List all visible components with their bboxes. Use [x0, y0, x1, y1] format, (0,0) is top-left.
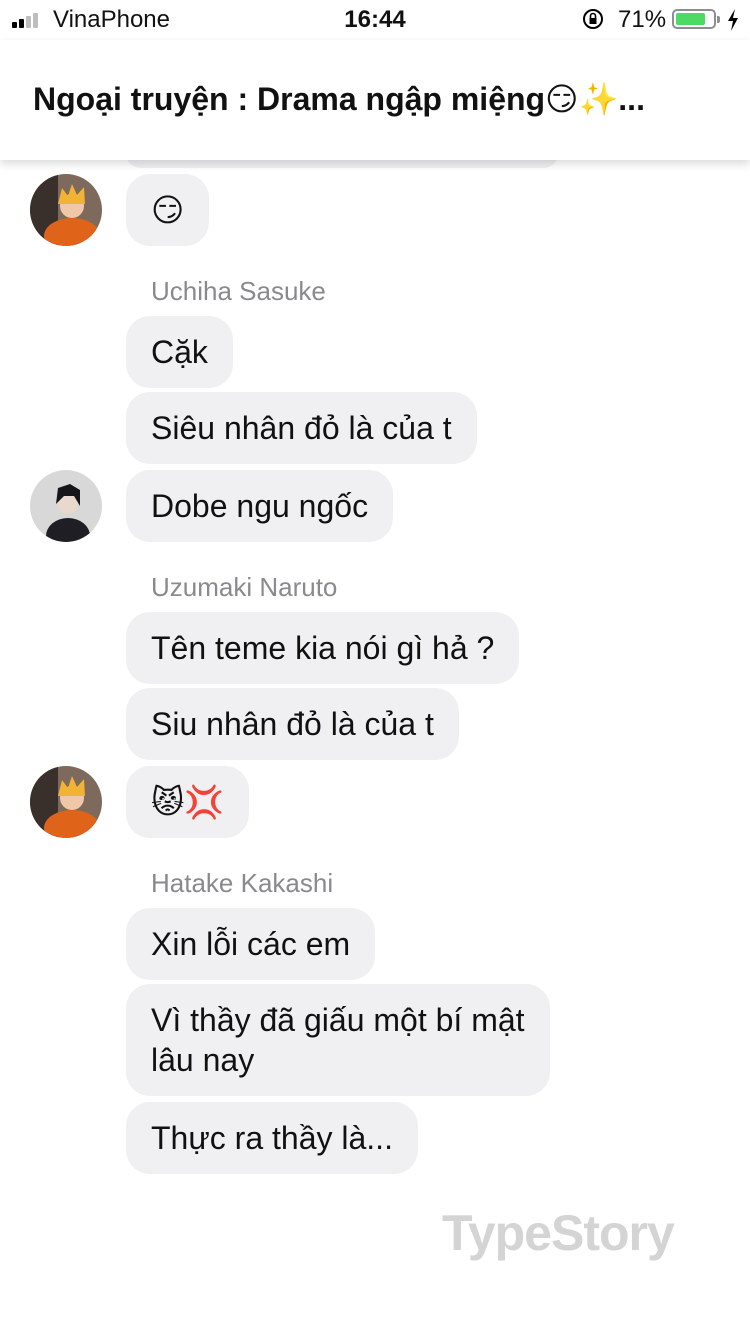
status-bar: VinaPhone 16:44 71%: [0, 0, 750, 40]
message-text-line1: Vì thầy đã giấu một bí mật: [151, 1002, 525, 1038]
sender-name: Uchiha Sasuke: [151, 276, 326, 306]
battery-icon: [672, 9, 720, 29]
avatar-naruto[interactable]: [30, 766, 102, 838]
message-text: Siêu nhân đỏ là của t: [151, 410, 452, 446]
typestory-watermark: TypeStory: [442, 1205, 675, 1261]
sender-name: Uzumaki Naruto: [151, 572, 338, 602]
story-title: Ngoại truyện : Drama ngập miệng😏✨...: [33, 81, 645, 117]
chat-header: Ngoại truyện : Drama ngập miệng😏✨...: [0, 40, 750, 160]
message-bubble[interactable]: Cặk: [126, 316, 233, 388]
message-bubble[interactable]: 😾💢: [126, 766, 250, 838]
message-bubble[interactable]: Xin lỗi các em: [126, 908, 376, 980]
message-text: Cặk: [151, 334, 208, 370]
message-text: Tên teme kia nói gì hả ?: [151, 630, 495, 666]
message-bubble[interactable]: Vì thầy đã giấu một bí mật lâu nay: [126, 984, 550, 1096]
avatar-naruto[interactable]: [30, 174, 102, 246]
battery-percent: 71%: [618, 6, 667, 33]
message-bubble[interactable]: Tên teme kia nói gì hả ?: [126, 612, 520, 684]
message-bubble[interactable]: Thực ra thầy là...: [126, 1102, 418, 1174]
message-text: Xin lỗi các em: [151, 926, 351, 962]
charging-bolt-icon: [728, 9, 738, 31]
message-text: 😾💢: [151, 783, 225, 821]
message-text: Siu nhân đỏ là của t: [151, 706, 434, 742]
message-text-line2: lâu nay: [151, 1042, 255, 1078]
message-text: Dobe ngu ngốc: [151, 488, 369, 524]
avatar-sasuke[interactable]: [30, 470, 102, 542]
message-bubble[interactable]: 😏: [126, 174, 210, 246]
rotation-lock-icon: [583, 9, 603, 29]
sender-name: Hatake Kakashi: [151, 868, 334, 898]
message-text: 😏: [151, 191, 185, 229]
message-bubble[interactable]: Dobe ngu ngốc: [126, 470, 394, 542]
message-bubble[interactable]: Siu nhân đỏ là của t: [126, 688, 459, 760]
message-text: Thực ra thầy là...: [151, 1120, 393, 1156]
message-bubble[interactable]: Siêu nhân đỏ là của t: [126, 392, 477, 464]
